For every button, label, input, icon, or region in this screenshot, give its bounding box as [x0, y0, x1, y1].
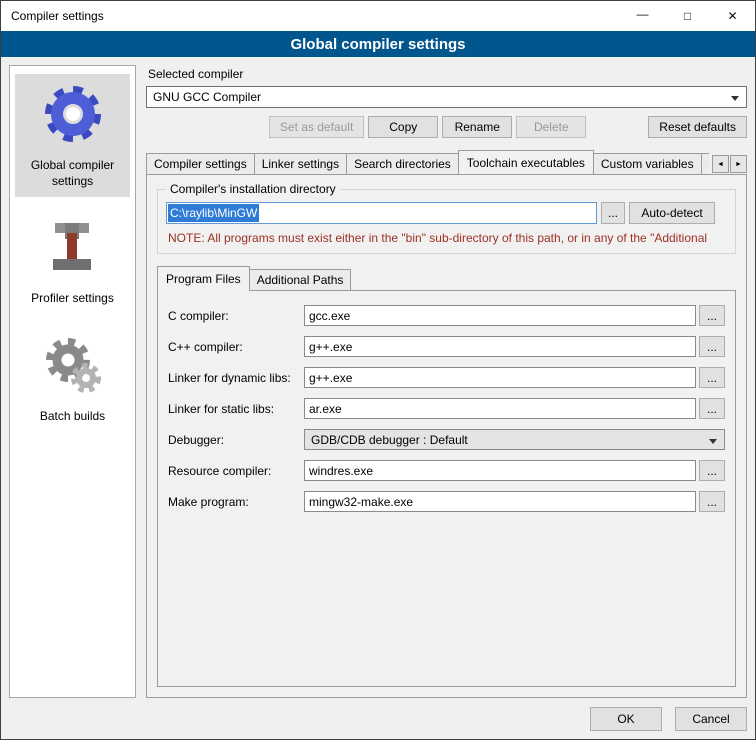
static-linker-input[interactable]	[304, 398, 696, 419]
sidebar-item-label: Global compiler settings	[17, 158, 128, 189]
chevron-down-icon	[731, 96, 739, 101]
tab-program-files[interactable]: Program Files	[157, 266, 250, 291]
installation-directory-legend: Compiler's installation directory	[166, 182, 340, 196]
sidebar-item-label: Profiler settings	[31, 291, 114, 307]
gray-gears-icon	[41, 333, 105, 397]
c-compiler-label: C compiler:	[166, 309, 304, 323]
debugger-select[interactable]: GDB/CDB debugger : Default	[304, 429, 725, 450]
compiler-select[interactable]: GNU GCC Compiler	[146, 86, 747, 108]
make-program-input[interactable]	[304, 491, 696, 512]
delete-button[interactable]: Delete	[516, 116, 586, 138]
window-title: Compiler settings	[1, 1, 620, 31]
tab-scroll-right-icon[interactable]: ►	[730, 155, 747, 173]
settings-sidebar: Global compiler settings Profiler settin…	[9, 65, 136, 698]
rename-button[interactable]: Rename	[442, 116, 512, 138]
dialog-footer: OK Cancel	[9, 698, 747, 731]
profiler-tool-icon	[41, 215, 105, 279]
compiler-settings-dialog: Compiler settings — □ ✕ Global compiler …	[0, 0, 756, 740]
make-program-label: Make program:	[166, 495, 304, 509]
installation-directory-note: NOTE: All programs must exist either in …	[168, 231, 727, 245]
set-as-default-button[interactable]: Set as default	[269, 116, 364, 138]
cpp-compiler-browse-button[interactable]: ...	[699, 336, 725, 357]
sidebar-item-profiler-settings[interactable]: Profiler settings	[15, 207, 130, 315]
cancel-button[interactable]: Cancel	[675, 707, 747, 731]
cpp-compiler-row: C++ compiler: ...	[166, 336, 725, 357]
dynamic-linker-input[interactable]	[304, 367, 696, 388]
tabs-scroll-area: Compiler settings Linker settings Search…	[146, 150, 709, 174]
static-linker-label: Linker for static libs:	[166, 402, 304, 416]
tab-scroll-buttons: ◄ ►	[712, 155, 747, 173]
compiler-buttons: Set as default Copy Rename Delete Reset …	[146, 116, 747, 138]
installation-directory-browse-button[interactable]: ...	[601, 202, 625, 224]
tab-toolchain-executables[interactable]: Toolchain executables	[458, 150, 594, 174]
chevron-down-icon	[709, 439, 717, 444]
cpp-compiler-input[interactable]	[304, 336, 696, 357]
compiler-select-value: GNU GCC Compiler	[153, 90, 261, 104]
tab-additional-paths[interactable]: Additional Paths	[249, 269, 352, 290]
resource-compiler-label: Resource compiler:	[166, 464, 304, 478]
dialog-content: Global compiler settings Profiler settin…	[1, 57, 755, 739]
toolchain-executables-panel: Compiler's installation directory C:\ray…	[146, 174, 747, 698]
c-compiler-input[interactable]	[304, 305, 696, 326]
sidebar-item-batch-builds[interactable]: Batch builds	[15, 325, 130, 433]
debugger-row: Debugger: GDB/CDB debugger : Default	[166, 429, 725, 450]
ok-button[interactable]: OK	[590, 707, 662, 731]
make-program-row: Make program: ...	[166, 491, 725, 512]
copy-button[interactable]: Copy	[368, 116, 438, 138]
cpp-compiler-label: C++ compiler:	[166, 340, 304, 354]
page-title: Global compiler settings	[1, 31, 755, 57]
auto-detect-button[interactable]: Auto-detect	[629, 202, 715, 224]
dynamic-linker-browse-button[interactable]: ...	[699, 367, 725, 388]
maximize-button[interactable]: □	[665, 1, 710, 31]
program-files-panel: C compiler: ... C++ compiler: ... Linker…	[157, 290, 736, 687]
main-area: Selected compiler GNU GCC Compiler Set a…	[146, 65, 747, 698]
sidebar-item-label: Batch builds	[40, 409, 105, 425]
tab-compiler-settings[interactable]: Compiler settings	[146, 153, 255, 174]
installation-directory-input[interactable]: C:\raylib\MinGW	[166, 202, 597, 224]
debugger-select-value: GDB/CDB debugger : Default	[311, 433, 468, 447]
c-compiler-row: C compiler: ...	[166, 305, 725, 326]
blue-gear-icon	[41, 82, 105, 146]
titlebar: Compiler settings — □ ✕	[1, 1, 755, 31]
resource-compiler-browse-button[interactable]: ...	[699, 460, 725, 481]
make-program-browse-button[interactable]: ...	[699, 491, 725, 512]
tab-build-options[interactable]: Build options	[701, 153, 709, 174]
tab-linker-settings[interactable]: Linker settings	[254, 153, 347, 174]
debugger-label: Debugger:	[166, 433, 304, 447]
selected-compiler-label: Selected compiler	[148, 67, 747, 81]
static-linker-row: Linker for static libs: ...	[166, 398, 725, 419]
tab-scroll-left-icon[interactable]: ◄	[712, 155, 729, 173]
resource-compiler-row: Resource compiler: ...	[166, 460, 725, 481]
c-compiler-browse-button[interactable]: ...	[699, 305, 725, 326]
dynamic-linker-label: Linker for dynamic libs:	[166, 371, 304, 385]
tab-custom-variables[interactable]: Custom variables	[593, 153, 702, 174]
minimize-button[interactable]: —	[620, 1, 665, 31]
tab-search-directories[interactable]: Search directories	[346, 153, 459, 174]
resource-compiler-input[interactable]	[304, 460, 696, 481]
installation-directory-value: C:\raylib\MinGW	[168, 204, 259, 222]
sidebar-item-global-compiler-settings[interactable]: Global compiler settings	[15, 74, 130, 197]
close-button[interactable]: ✕	[710, 1, 755, 31]
program-files-tabstrip: Program Files Additional Paths	[157, 266, 736, 290]
installation-directory-groupbox: Compiler's installation directory C:\ray…	[157, 189, 736, 254]
settings-tabstrip: Compiler settings Linker settings Search…	[146, 150, 747, 174]
static-linker-browse-button[interactable]: ...	[699, 398, 725, 419]
reset-defaults-button[interactable]: Reset defaults	[648, 116, 747, 138]
dynamic-linker-row: Linker for dynamic libs: ...	[166, 367, 725, 388]
